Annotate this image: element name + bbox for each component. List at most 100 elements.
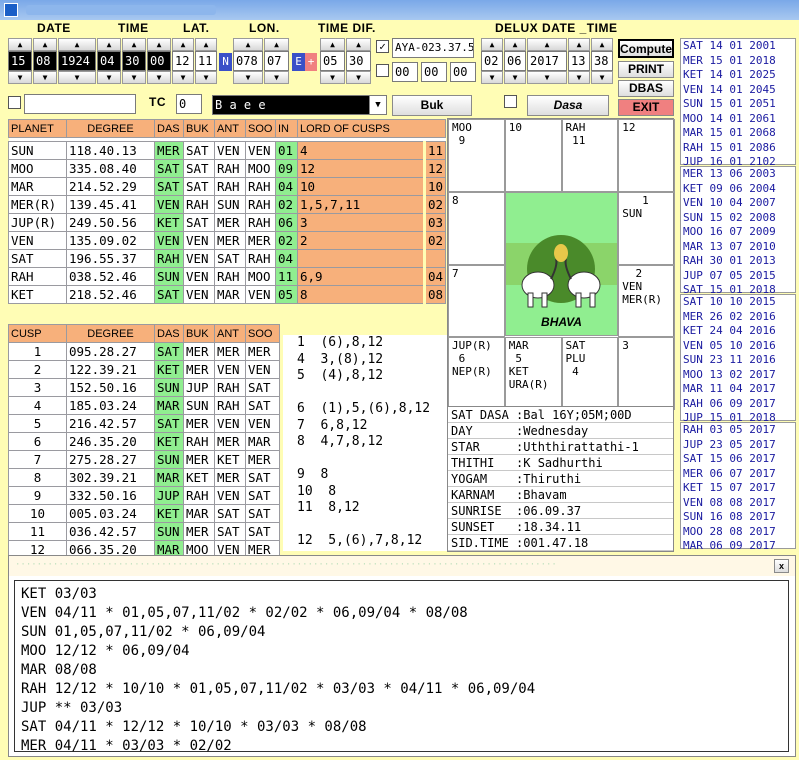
up-arrow-icon[interactable]: ▲	[504, 38, 526, 51]
down-arrow-icon[interactable]: ▼	[481, 71, 503, 84]
month-field[interactable]: 08	[33, 51, 57, 71]
tdif-m-field[interactable]: 30	[346, 51, 371, 71]
min-spinner[interactable]: ▲ 30 ▼	[122, 38, 146, 84]
table-cell: MAR	[154, 396, 184, 415]
name-input[interactable]	[24, 94, 136, 114]
up-arrow-icon[interactable]: ▲	[320, 38, 345, 51]
up-arrow-icon[interactable]: ▲	[122, 38, 146, 51]
dx-year-spinner[interactable]: ▲ 2017 ▼	[527, 38, 567, 84]
dx-year-field[interactable]: 2017	[527, 51, 567, 71]
down-arrow-icon[interactable]: ▼	[233, 71, 263, 84]
table-cell: MER	[183, 450, 215, 469]
up-arrow-icon[interactable]: ▲	[8, 38, 32, 51]
tc-input[interactable]: 0	[176, 94, 202, 114]
table-cell: 11	[8, 522, 67, 541]
dx-day-field[interactable]: 02	[481, 51, 503, 71]
up-arrow-icon[interactable]: ▲	[172, 38, 194, 51]
chevron-down-icon[interactable]: ▼	[369, 96, 386, 114]
lon-min-field[interactable]: 07	[264, 51, 289, 71]
lat-dir-button[interactable]: N	[219, 53, 232, 71]
sec-spinner[interactable]: ▲ 00 ▼	[147, 38, 171, 84]
ayan-a-field[interactable]: 00	[392, 62, 418, 82]
down-arrow-icon[interactable]: ▼	[58, 71, 96, 84]
tdif-h-spinner[interactable]: ▲ 05 ▼	[320, 38, 345, 84]
up-arrow-icon[interactable]: ▲	[346, 38, 371, 51]
dx-month-spinner[interactable]: ▲ 06 ▼	[504, 38, 526, 84]
year-field[interactable]: 1924	[58, 51, 96, 71]
dx-day-spinner[interactable]: ▲ 02 ▼	[481, 38, 503, 84]
down-arrow-icon[interactable]: ▼	[8, 71, 32, 84]
close-icon[interactable]: x	[774, 559, 789, 573]
up-arrow-icon[interactable]: ▲	[527, 38, 567, 51]
down-arrow-icon[interactable]: ▼	[504, 71, 526, 84]
buk-button[interactable]: Buk	[392, 95, 472, 116]
lon-deg-field[interactable]: 078	[233, 51, 263, 71]
ayan-checkbox[interactable]: ✓	[376, 40, 389, 53]
up-arrow-icon[interactable]: ▲	[264, 38, 289, 51]
table-row: 2 122.39.21 KET MER VEN VEN	[8, 360, 280, 379]
table-row: 11 036.42.57 SUN MER SAT SAT	[8, 522, 280, 541]
down-arrow-icon[interactable]: ▼	[591, 71, 613, 84]
table-cell: 02	[422, 231, 447, 250]
down-arrow-icon[interactable]: ▼	[195, 71, 217, 84]
app-icon	[4, 3, 18, 17]
up-arrow-icon[interactable]: ▲	[233, 38, 263, 51]
up-arrow-icon[interactable]: ▲	[481, 38, 503, 51]
up-arrow-icon[interactable]: ▲	[33, 38, 57, 51]
up-arrow-icon[interactable]: ▲	[195, 38, 217, 51]
dasa-button[interactable]: Dasa	[527, 95, 609, 116]
ayan-b-field[interactable]: 00	[421, 62, 447, 82]
hour-spinner[interactable]: ▲ 04 ▼	[97, 38, 121, 84]
lat-deg-spinner[interactable]: ▲ 12 ▼	[172, 38, 194, 84]
min-field[interactable]: 30	[122, 51, 146, 71]
up-arrow-icon[interactable]: ▲	[147, 38, 171, 51]
lat-min-spinner[interactable]: ▲ 11 ▼	[195, 38, 217, 84]
dx-hour-spinner[interactable]: ▲ 13 ▼	[568, 38, 590, 84]
day-field[interactable]: 15	[8, 51, 32, 71]
dx-month-field[interactable]: 06	[504, 51, 526, 71]
tdif-m-spinner[interactable]: ▲ 30 ▼	[346, 38, 371, 84]
day-spinner[interactable]: ▲ 15 ▼	[8, 38, 32, 84]
dx-min-spinner[interactable]: ▲ 38 ▼	[591, 38, 613, 84]
sec-field[interactable]: 00	[147, 51, 171, 71]
output-line: SUN 01,05,07,11/02 * 06,09/04	[21, 624, 266, 640]
place-dropdown[interactable]: B a e e	[212, 95, 387, 115]
down-arrow-icon[interactable]: ▼	[147, 71, 171, 84]
lon-dir-button[interactable]: E	[292, 53, 305, 71]
dasa-checkbox[interactable]	[504, 95, 517, 108]
down-arrow-icon[interactable]: ▼	[346, 71, 371, 84]
up-arrow-icon[interactable]: ▲	[58, 38, 96, 51]
dbas-button[interactable]: DBAS	[618, 80, 674, 97]
down-arrow-icon[interactable]: ▼	[97, 71, 121, 84]
year-spinner[interactable]: ▲ 1924 ▼	[58, 38, 96, 84]
down-arrow-icon[interactable]: ▼	[264, 71, 289, 84]
down-arrow-icon[interactable]: ▼	[320, 71, 345, 84]
table-cell: RAH	[214, 396, 246, 415]
tdif-h-field[interactable]: 05	[320, 51, 345, 71]
lat-deg-field[interactable]: 12	[172, 51, 194, 71]
lat-min-field[interactable]: 11	[195, 51, 217, 71]
lon-deg-spinner[interactable]: ▲ 078 ▼	[233, 38, 263, 84]
ayan2-checkbox[interactable]	[376, 64, 389, 77]
up-arrow-icon[interactable]: ▲	[97, 38, 121, 51]
lon-sign-button[interactable]: +	[305, 53, 317, 71]
down-arrow-icon[interactable]: ▼	[527, 71, 567, 84]
down-arrow-icon[interactable]: ▼	[33, 71, 57, 84]
dx-hour-field[interactable]: 13	[568, 51, 590, 71]
ayan-field[interactable]: AYA-023.37.52	[392, 38, 474, 58]
up-arrow-icon[interactable]: ▲	[568, 38, 590, 51]
down-arrow-icon[interactable]: ▼	[172, 71, 194, 84]
down-arrow-icon[interactable]: ▼	[122, 71, 146, 84]
month-spinner[interactable]: ▲ 08 ▼	[33, 38, 57, 84]
down-arrow-icon[interactable]: ▼	[568, 71, 590, 84]
table-cell: SAT	[154, 414, 184, 433]
hour-field[interactable]: 04	[97, 51, 121, 71]
ayan-c-field[interactable]: 00	[450, 62, 476, 82]
compute-button[interactable]: Compute	[618, 39, 674, 58]
print-button[interactable]: PRINT	[618, 61, 674, 78]
name-checkbox[interactable]	[8, 96, 21, 109]
dx-min-field[interactable]: 38	[591, 51, 613, 71]
exit-button[interactable]: EXIT	[618, 99, 674, 116]
lon-min-spinner[interactable]: ▲ 07 ▼	[264, 38, 289, 84]
up-arrow-icon[interactable]: ▲	[591, 38, 613, 51]
